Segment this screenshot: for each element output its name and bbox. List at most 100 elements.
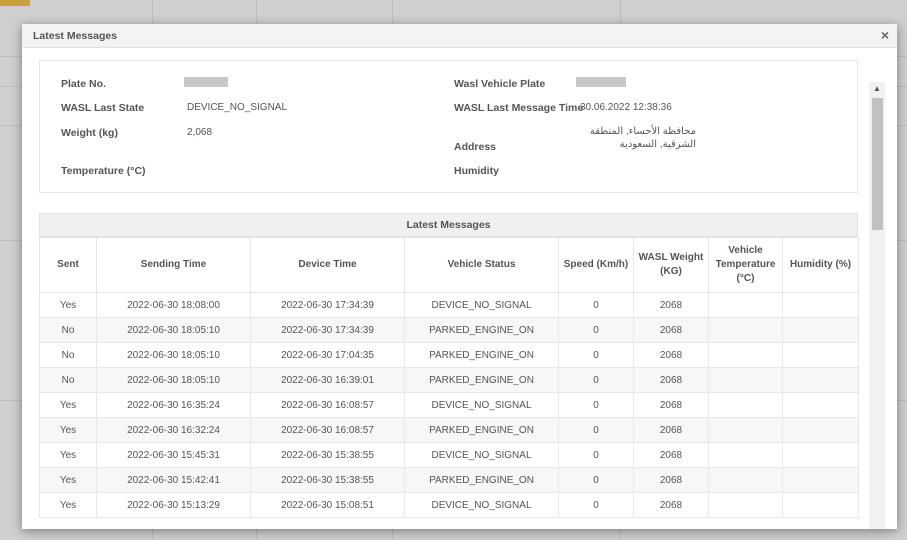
table-cell: Yes (39, 492, 97, 518)
column-header[interactable]: Device Time (250, 237, 405, 293)
column-header[interactable]: Speed (Km/h) (558, 237, 634, 293)
table-cell (782, 417, 859, 443)
close-icon[interactable]: × (881, 27, 889, 43)
table-cell (708, 442, 783, 468)
latest-messages-table: Sent Sending Time Device Time Vehicle St… (39, 237, 859, 518)
table-cell: 2068 (633, 367, 709, 393)
humidity-label: Humidity (454, 165, 499, 177)
table-cell: 2022-06-30 16:39:01 (250, 367, 405, 393)
plate-no-label: Plate No. (61, 78, 106, 90)
table-cell: 0 (558, 492, 634, 518)
table-cell (708, 292, 783, 318)
table-cell: 2068 (633, 317, 709, 343)
table-cell: 2022-06-30 15:45:31 (96, 442, 251, 468)
table-cell: 2022-06-30 15:08:51 (250, 492, 405, 518)
table-cell: No (39, 317, 97, 343)
column-header[interactable]: Sent (39, 237, 97, 293)
temperature-label: Temperature (°C) (61, 165, 146, 177)
table-cell (782, 467, 859, 493)
table-row[interactable]: Yes 2022-06-30 15:42:41 2022-06-30 15:38:5… (39, 467, 859, 493)
address-value: محافظة الأحساء, المنطقة الشرقية, السعودي… (589, 126, 696, 150)
table-cell: 0 (558, 442, 634, 468)
column-header[interactable]: Sending Time (96, 237, 251, 293)
table-cell: DEVICE_NO_SIGNAL (404, 392, 559, 418)
table-cell: Yes (39, 392, 97, 418)
table-row[interactable]: No 2022-06-30 18:05:10 2022-06-30 17:34:39… (39, 317, 859, 343)
latest-messages-table-container: Latest Messages Sent Sending Time Device… (39, 213, 859, 518)
wasl-vehicle-plate-redacted (576, 77, 626, 87)
table-row[interactable]: Yes 2022-06-30 15:45:31 2022-06-30 15:38:5… (39, 442, 859, 468)
table-cell (708, 467, 783, 493)
scroll-up-icon[interactable]: ▲ (873, 84, 881, 93)
column-header[interactable]: Vehicle Status (404, 237, 559, 293)
table-cell: 2022-06-30 16:35:24 (96, 392, 251, 418)
table-row[interactable]: Yes 2022-06-30 16:35:24 2022-06-30 16:08:5… (39, 392, 859, 418)
table-cell: 2022-06-30 15:42:41 (96, 467, 251, 493)
table-cell: PARKED_ENGINE_ON (404, 467, 559, 493)
table-cell: No (39, 367, 97, 393)
table-cell: 2022-06-30 15:38:55 (250, 467, 405, 493)
table-header-row: Sent Sending Time Device Time Vehicle St… (39, 237, 859, 293)
table-cell: 2068 (633, 467, 709, 493)
table-cell: 0 (558, 467, 634, 493)
table-cell (708, 317, 783, 343)
table-row[interactable]: Yes 2022-06-30 15:13:29 2022-06-30 15:08:5… (39, 492, 859, 518)
column-header[interactable]: WASL Weight (KG) (633, 237, 709, 293)
table-cell: Yes (39, 417, 97, 443)
table-cell: 2068 (633, 342, 709, 368)
table-cell: 2022-06-30 18:08:00 (96, 292, 251, 318)
table-cell: 0 (558, 367, 634, 393)
weight-label: Weight (kg) (61, 127, 118, 139)
wasl-last-state-value: DEVICE_NO_SIGNAL (187, 102, 288, 113)
table-cell: 2022-06-30 18:05:10 (96, 367, 251, 393)
table-cell: 2068 (633, 417, 709, 443)
table-row[interactable]: No 2022-06-30 18:05:10 2022-06-30 16:39:01… (39, 367, 859, 393)
table-cell: 2022-06-30 17:34:39 (250, 317, 405, 343)
table-row[interactable]: Yes 2022-06-30 16:32:24 2022-06-30 16:08:5… (39, 417, 859, 443)
modal-title: Latest Messages (33, 30, 118, 42)
wasl-vehicle-plate-label: Wasl Vehicle Plate (454, 78, 546, 90)
modal-header: Latest Messages × (22, 24, 897, 48)
table-row[interactable]: No 2022-06-30 18:05:10 2022-06-30 17:04:35… (39, 342, 859, 368)
table-cell: DEVICE_NO_SIGNAL (404, 442, 559, 468)
wasl-last-message-time-label: WASL Last Message Time (454, 102, 584, 114)
table-cell: 0 (558, 317, 634, 343)
table-cell (708, 417, 783, 443)
table-cell (708, 492, 783, 518)
vehicle-info-panel: Plate No. WASL Last State DEVICE_NO_SIGN… (39, 60, 858, 193)
table-cell: DEVICE_NO_SIGNAL (404, 492, 559, 518)
table-cell: PARKED_ENGINE_ON (404, 417, 559, 443)
table-cell: 2068 (633, 292, 709, 318)
table-cell (708, 342, 783, 368)
table-cell: 0 (558, 417, 634, 443)
table-cell: Yes (39, 292, 97, 318)
table-cell: No (39, 342, 97, 368)
table-cell: 2022-06-30 16:32:24 (96, 417, 251, 443)
table-cell: 2068 (633, 392, 709, 418)
table-row[interactable]: Yes 2022-06-30 18:08:00 2022-06-30 17:34:3… (39, 292, 859, 318)
vertical-scrollbar[interactable]: ▲ ▼ (869, 82, 885, 529)
wasl-last-state-label: WASL Last State (61, 102, 145, 114)
column-header[interactable]: Vehicle Temperature (°C) (708, 237, 783, 293)
table-cell: 2022-06-30 15:13:29 (96, 492, 251, 518)
table-cell: 2022-06-30 16:08:57 (250, 417, 405, 443)
weight-value: 2,068 (187, 127, 213, 138)
plate-no-redacted (184, 77, 228, 87)
scrollbar-thumb[interactable] (872, 98, 883, 230)
column-header[interactable]: Humidity (%) (782, 237, 859, 293)
background-badge (0, 0, 30, 6)
table-cell (782, 442, 859, 468)
table-cell: Yes (39, 467, 97, 493)
latest-messages-modal: Latest Messages × Plate No. WASL Last St… (22, 24, 897, 529)
table-cell (782, 317, 859, 343)
address-label: Address (454, 141, 497, 153)
table-cell: 0 (558, 292, 634, 318)
table-cell: 2022-06-30 17:34:39 (250, 292, 405, 318)
table-cell (708, 367, 783, 393)
table-cell (708, 392, 783, 418)
table-cell: 2022-06-30 16:08:57 (250, 392, 405, 418)
table-cell (782, 367, 859, 393)
table-cell (782, 292, 859, 318)
wasl-last-message-time-value: 30.06.2022 12:38:36 (580, 102, 672, 113)
table-cell: 2022-06-30 15:38:55 (250, 442, 405, 468)
